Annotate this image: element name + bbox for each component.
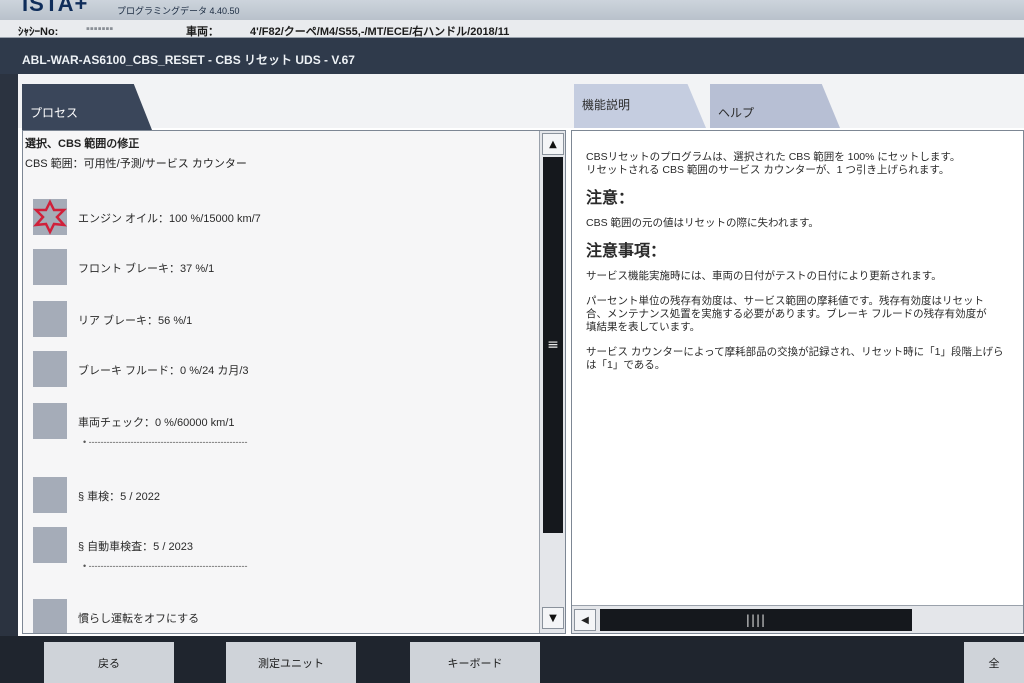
cbs-item-label: エンジン オイル：100 %/15000 km/7: [78, 213, 261, 225]
scroll-left-icon[interactable]: ◀: [574, 609, 596, 631]
scroll-thumb[interactable]: ≡: [543, 157, 563, 533]
cbs-item-vehicle-inspection[interactable]: § 自動車検査：5 / 2023 • ---------------------…: [33, 527, 533, 571]
intro-line: リセットされる CBS 範囲のサービス カウンターが、1 つ引き上げられます。: [586, 164, 950, 176]
note-heading: 注意：: [586, 190, 635, 207]
cbs-selection-box[interactable]: [33, 301, 67, 337]
cbs-list: 選択、CBS 範囲の修正 CBS 範囲：可用性/予測/サービス カウンター エン…: [23, 131, 539, 633]
cbs-selection-box[interactable]: [33, 351, 67, 387]
tab-function-description[interactable]: 機能説明: [574, 84, 706, 128]
vehicle-label: 車両：: [186, 26, 219, 38]
notes-paragraph: サービス カウンターによって摩耗部品の交換が記録され、リセット時に「1」段階上げ…: [586, 346, 1004, 358]
intro-line: CBSリセットのプログラムは、選択された CBS 範囲を 100% にセットしま…: [586, 151, 961, 163]
cbs-item-label: 慣らし運転をオフにする: [78, 613, 200, 625]
bottom-toolbar: 戻る 測定ユニット キーボード 全: [0, 636, 1024, 683]
cbs-item-brake-fluid[interactable]: ブレーキ フルード：0 %/24 カ月/3: [33, 351, 533, 387]
cbs-item-break-in[interactable]: 慣らし運転をオフにする: [33, 599, 533, 633]
section-title: 選択、CBS 範囲の修正: [25, 138, 140, 150]
fullscreen-button[interactable]: 全: [964, 642, 1024, 683]
cbs-item-dots: • --------------------------------------…: [83, 437, 248, 447]
cbs-item-rear-brake[interactable]: リア ブレーキ：56 %/1: [33, 301, 533, 337]
app-header: ISTA+ プログラミングデータ 4.40.50: [0, 0, 1024, 20]
measuring-unit-button[interactable]: 測定ユニット: [226, 642, 356, 683]
app-logo: ISTA+: [22, 0, 89, 16]
notes-heading: 注意事項：: [586, 243, 667, 260]
workspace: プロセス 機能説明 ヘルプ 選択、CBS 範囲の修正 CBS 範囲：可用性/予測…: [18, 74, 1024, 636]
cbs-item-inspection[interactable]: § 車検：5 / 2022: [33, 477, 533, 513]
function-description-panel: CBSリセットのプログラムは、選択された CBS 範囲を 100% にセットしま…: [571, 130, 1024, 634]
tab-process[interactable]: プロセス: [22, 84, 152, 130]
cbs-item-label: リア ブレーキ：56 %/1: [78, 315, 193, 327]
cbs-item-engine-oil[interactable]: エンジン オイル：100 %/15000 km/7: [33, 199, 533, 235]
cbs-item-label: ブレーキ フルード：0 %/24 カ月/3: [78, 365, 249, 377]
warning-star-icon: [33, 199, 67, 235]
notes-paragraph: は「1」である。: [586, 359, 666, 371]
cbs-item-label: フロント ブレーキ：37 %/1: [78, 263, 215, 275]
cbs-item-vehicle-check[interactable]: 車両チェック：0 %/60000 km/1 • ----------------…: [33, 403, 533, 447]
process-panel: 選択、CBS 範囲の修正 CBS 範囲：可用性/予測/サービス カウンター エン…: [22, 130, 566, 634]
back-button[interactable]: 戻る: [44, 642, 174, 683]
vehicle-info-bar: ｼｬｼｰNo: ▪▪▪▪▪▪▪ 車両： 4'/F82/クーペ/M4/S55,-/…: [0, 20, 1024, 38]
scroll-down-icon[interactable]: ▼: [542, 607, 564, 629]
scroll-thumb[interactable]: ||||: [600, 609, 912, 631]
notes-paragraph: パーセント単位の残存有効度は、サービス範囲の摩耗値です。残存有効度はリセット: [586, 295, 984, 307]
cbs-selection-box[interactable]: [33, 477, 67, 513]
tab-help[interactable]: ヘルプ: [710, 84, 840, 128]
app-version: プログラミングデータ 4.40.50: [117, 6, 240, 16]
chassis-value: ▪▪▪▪▪▪▪: [86, 23, 114, 35]
cbs-item-label: § 車検：5 / 2022: [78, 491, 160, 503]
section-subtitle: CBS 範囲：可用性/予測/サービス カウンター: [25, 158, 247, 170]
scroll-up-icon[interactable]: ▲: [542, 133, 564, 155]
cbs-item-label: § 自動車検査：5 / 2023: [78, 541, 193, 553]
vertical-scrollbar[interactable]: ▲ ≡ ▼: [539, 131, 565, 633]
notes-paragraph: 合、メンテナンス処置を実施する必要があります。ブレーキ フルードの残存有効度が: [586, 308, 987, 320]
keyboard-button[interactable]: キーボード: [410, 642, 540, 683]
notes-paragraph: 填結果を表しています。: [586, 321, 701, 333]
notes-paragraph: サービス機能実施時には、車両の日付がテストの日付により更新されます。: [586, 270, 942, 282]
cbs-selection-box[interactable]: [33, 403, 67, 439]
chassis-label: ｼｬｼｰNo:: [18, 26, 59, 38]
cbs-selection-box[interactable]: [33, 199, 67, 235]
description-text: CBSリセットのプログラムは、選択された CBS 範囲を 100% にセットしま…: [586, 151, 1022, 372]
cbs-selection-box[interactable]: [33, 249, 67, 285]
cbs-item-dots: • --------------------------------------…: [83, 561, 248, 571]
cbs-item-front-brake[interactable]: フロント ブレーキ：37 %/1: [33, 249, 533, 285]
cbs-selection-box[interactable]: [33, 527, 67, 563]
note-text: CBS 範囲の元の値はリセットの際に失われます。: [586, 217, 819, 229]
tab-strip: [18, 74, 1024, 128]
cbs-item-label: 車両チェック：0 %/60000 km/1: [78, 417, 235, 429]
page-title: ABL-WAR-AS6100_CBS_RESET - CBS リセット UDS …: [0, 38, 1024, 74]
vehicle-value: 4'/F82/クーペ/M4/S55,-/MT/ECE/右ハンドル/2018/11: [250, 26, 510, 38]
horizontal-scrollbar[interactable]: ◀ ||||: [572, 605, 1023, 633]
cbs-selection-box[interactable]: [33, 599, 67, 633]
